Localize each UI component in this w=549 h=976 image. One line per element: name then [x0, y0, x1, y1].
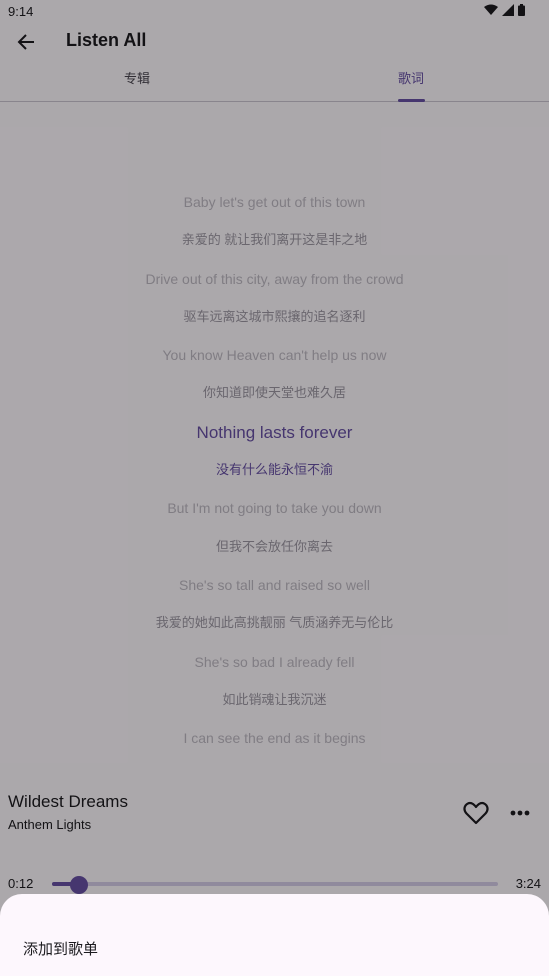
bottom-sheet: 添加到歌单 — [0, 894, 549, 976]
add-to-playlist-item[interactable]: 添加到歌单 — [23, 938, 98, 959]
modal-scrim[interactable] — [0, 0, 549, 976]
